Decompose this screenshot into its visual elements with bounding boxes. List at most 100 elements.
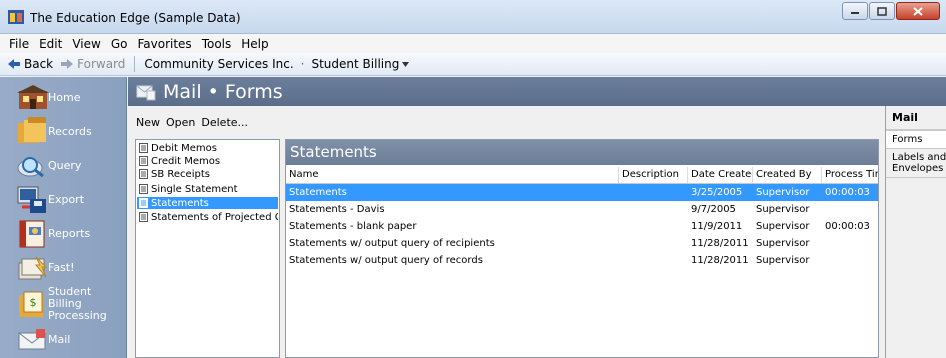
cell-created-by: Supervisor: [756, 255, 810, 266]
sidebar-label-reports: Reports: [48, 227, 91, 240]
cell-description: [619, 218, 688, 235]
back-button[interactable]: Back: [4, 57, 57, 71]
sidebar-label-mail: Mail: [48, 333, 71, 346]
open-button[interactable]: Open: [166, 116, 195, 129]
delete-button[interactable]: Delete...: [201, 116, 248, 129]
cell-date-created: 11/28/2011: [691, 255, 749, 266]
sidebar-item-export[interactable]: Export: [0, 183, 127, 217]
records-icon: [18, 117, 46, 143]
breadcrumb-student-billing[interactable]: Student Billing: [307, 57, 413, 71]
menu-help[interactable]: Help: [236, 37, 273, 51]
table-row[interactable]: Statements - Davis 9/7/2005 Supervisor: [286, 201, 878, 218]
tree-item-debit-memos[interactable]: Debit Memos: [137, 142, 278, 154]
sidebar-item-home[interactable]: Home: [0, 81, 127, 115]
mail-forms-icon: [136, 85, 156, 100]
breadcrumb-organization[interactable]: Community Services Inc.: [140, 57, 297, 71]
panel-divider: [886, 177, 946, 178]
cell-description: [619, 184, 688, 201]
menu-view[interactable]: View: [67, 37, 105, 51]
back-label: Back: [24, 57, 54, 71]
cell-date-created: 11/9/2011: [691, 221, 743, 232]
export-icon: [17, 186, 46, 213]
menu-file[interactable]: File: [4, 37, 34, 51]
document-icon: [139, 143, 148, 153]
cell-created-by: Supervisor: [756, 238, 810, 249]
sidebar-item-student-billing[interactable]: $ Student Billing Processing: [0, 285, 127, 323]
menu-tools[interactable]: Tools: [197, 37, 237, 51]
minimize-button[interactable]: [842, 2, 868, 20]
column-header-created-by[interactable]: Created By: [753, 167, 822, 183]
query-icon: [17, 157, 44, 178]
sidebar-item-fast[interactable]: Fast!: [0, 251, 127, 285]
tree-item-sb-receipts[interactable]: SB Receipts: [137, 168, 278, 180]
forms-toolbar: New Open Delete...: [128, 106, 878, 138]
cell-process-time: 00:00:03: [825, 221, 870, 232]
tree-item-projected-charges[interactable]: Statements of Projected Charges: [137, 211, 278, 223]
menu-go[interactable]: Go: [106, 37, 133, 51]
reports-icon: [19, 220, 45, 248]
app-icon: [8, 10, 24, 24]
tree-item-label: Debit Memos: [151, 142, 217, 154]
sidebar-item-mail[interactable]: Mail: [0, 323, 127, 357]
tree-item-credit-memos[interactable]: Credit Memos: [137, 155, 278, 167]
menu-edit[interactable]: Edit: [34, 37, 67, 51]
sidebar-label-query: Query: [48, 159, 82, 172]
panel-link-forms[interactable]: Forms: [886, 130, 946, 149]
cell-created-by: Supervisor: [756, 204, 810, 215]
menu-favorites[interactable]: Favorites: [132, 37, 196, 51]
fast-icon: [18, 256, 48, 280]
column-header-description[interactable]: Description: [619, 167, 688, 183]
tree-item-label: Credit Memos: [151, 155, 221, 167]
sidebar-label-home: Home: [48, 91, 81, 104]
cell-process-time: [822, 201, 878, 218]
close-icon: [913, 6, 923, 16]
document-icon: [139, 169, 148, 179]
sidebar-item-records[interactable]: Records: [0, 115, 127, 149]
column-header-name[interactable]: Name: [286, 167, 619, 183]
table-row[interactable]: Statements w/ output query of recipients…: [286, 235, 878, 252]
cell-description: [619, 235, 688, 252]
title-bar: The Education Edge (Sample Data): [0, 0, 946, 34]
forward-button[interactable]: Forward: [57, 57, 129, 71]
left-navigation-sidebar: Home Records Query Export Reports Fast! …: [0, 77, 127, 358]
table-row[interactable]: Statements 3/25/2005 Supervisor 00:00:03: [286, 184, 878, 201]
tree-item-label: SB Receipts: [151, 168, 210, 180]
close-button[interactable]: [896, 2, 940, 20]
table-row[interactable]: Statements w/ output query of records 11…: [286, 252, 878, 269]
minimize-icon: [851, 12, 859, 14]
sidebar-item-reports[interactable]: Reports: [0, 217, 127, 251]
forward-label: Forward: [77, 57, 126, 71]
cell-process-time: [822, 252, 878, 269]
nav-divider: [134, 56, 136, 72]
tree-item-single-statement[interactable]: Single Statement: [137, 183, 278, 195]
cell-process-time: [822, 235, 878, 252]
maximize-button[interactable]: [869, 2, 895, 20]
document-icon: [139, 212, 148, 222]
document-icon: [139, 156, 148, 166]
tree-item-statements[interactable]: Statements: [137, 197, 278, 209]
tree-item-label: Statements of Projected Charges: [151, 211, 278, 223]
cell-created-by: Supervisor: [756, 187, 810, 198]
column-header-date-created[interactable]: Date Created: [688, 167, 753, 183]
panel-link-labels-envelopes[interactable]: Labels and Envelopes: [886, 152, 946, 174]
sidebar-label-export: Export: [48, 193, 85, 206]
cell-name: Statements w/ output query of records: [289, 255, 483, 266]
window-title: The Education Edge (Sample Data): [30, 11, 241, 25]
page-title: Mail • Forms: [163, 80, 283, 103]
cell-date-created: 9/7/2005: [691, 204, 736, 215]
cell-created-by: Supervisor: [756, 221, 810, 232]
new-button[interactable]: New: [136, 116, 160, 129]
document-icon: [139, 198, 148, 208]
form-type-tree: Debit Memos Credit Memos SB Receipts Sin…: [135, 139, 280, 358]
cell-date-created: 3/25/2005: [691, 187, 743, 198]
svg-text:$: $: [30, 296, 37, 309]
cell-name: Statements: [289, 187, 347, 198]
home-icon: [17, 85, 49, 109]
column-header-process-time[interactable]: Process Time: [822, 167, 878, 183]
table-row[interactable]: Statements - blank paper 11/9/2011 Super…: [286, 218, 878, 235]
sidebar-label-fast: Fast!: [48, 261, 75, 274]
cell-date-created: 11/28/2011: [691, 238, 749, 249]
cell-process-time: 00:00:03: [825, 187, 870, 198]
sidebar-item-query[interactable]: Query: [0, 149, 127, 183]
menu-bar: File Edit View Go Favorites Tools Help: [0, 34, 946, 53]
